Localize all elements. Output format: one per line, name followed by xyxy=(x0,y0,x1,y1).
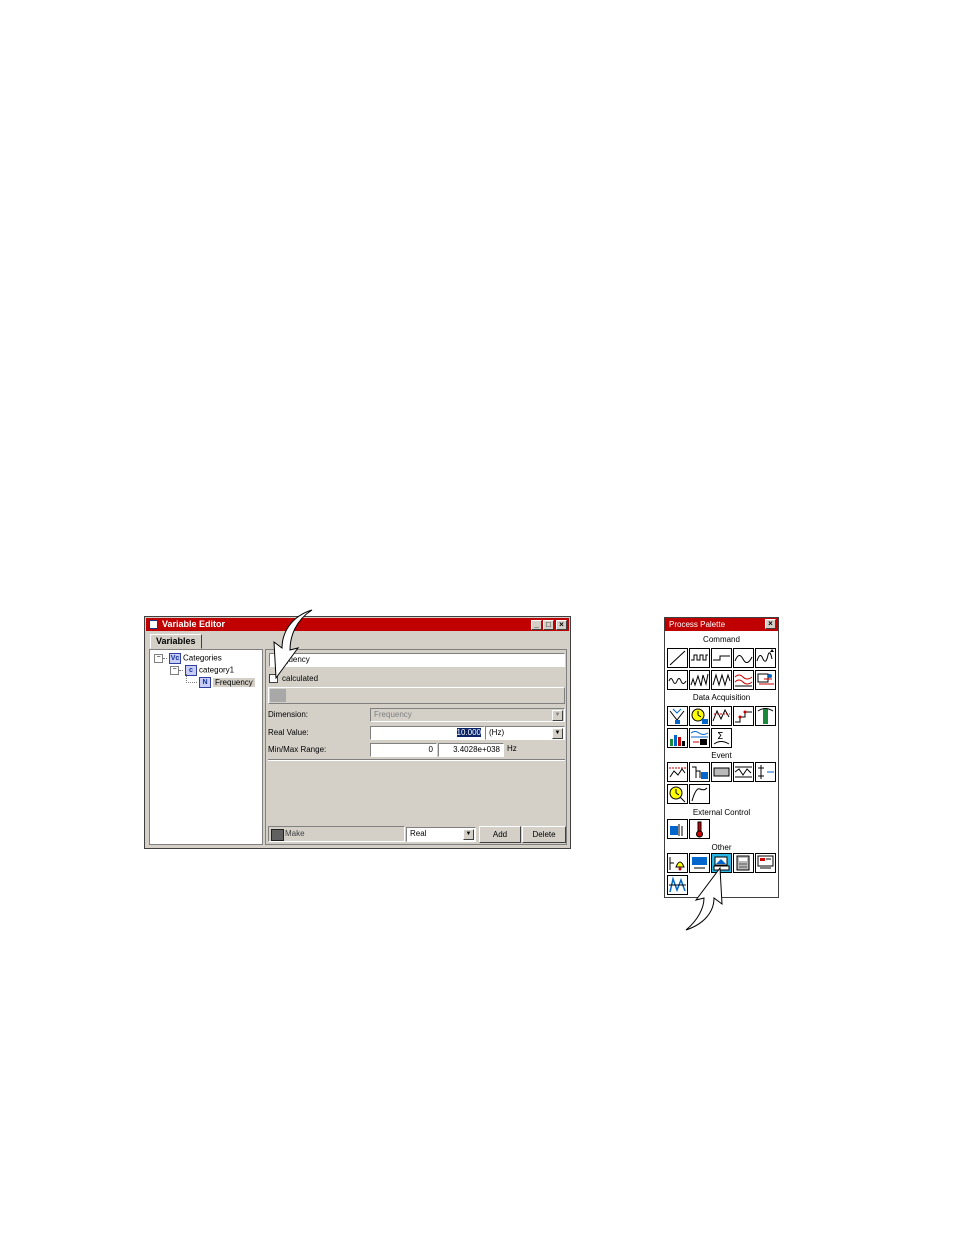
sine-icon[interactable] xyxy=(733,648,754,668)
type-select[interactable]: Real ▼ xyxy=(406,827,476,842)
real-value-text: 10.000 xyxy=(456,728,481,737)
ramped-sine-icon[interactable] xyxy=(689,670,710,690)
close-button[interactable]: × xyxy=(765,619,776,629)
tree-label-frequency: Frequency xyxy=(213,677,255,687)
band-event-icon[interactable] xyxy=(733,762,754,782)
divider xyxy=(268,759,565,761)
summation-icon[interactable]: Σ xyxy=(711,728,732,748)
variable-editor-titlebar[interactable]: Variable Editor _ □ × xyxy=(146,618,569,631)
external-device-icon[interactable] xyxy=(667,819,688,839)
formula-edit-icon[interactable] xyxy=(270,689,286,702)
close-button[interactable]: × xyxy=(556,620,567,630)
collapse-icon[interactable]: − xyxy=(154,654,163,663)
profile-icon[interactable] xyxy=(733,670,754,690)
timed-acquisition-icon[interactable] xyxy=(689,706,710,726)
timer-event-icon[interactable] xyxy=(667,784,688,804)
formula-bar xyxy=(268,687,565,704)
unit-value: (Hz) xyxy=(489,728,505,737)
add-button[interactable]: Add xyxy=(479,826,521,843)
dimension-value: Frequency xyxy=(374,710,412,719)
operator-event-icon[interactable] xyxy=(711,762,732,782)
tab-variables[interactable]: Variables xyxy=(150,634,202,649)
tree-label-category1: category1 xyxy=(199,665,235,675)
histogram-icon[interactable] xyxy=(667,728,688,748)
collapse-icon[interactable]: − xyxy=(170,666,179,675)
dimension-label: Dimension: xyxy=(268,710,309,719)
cycle-acquisition-icon[interactable] xyxy=(755,706,776,726)
counter-event-icon[interactable] xyxy=(755,762,776,782)
palette-title: Process Palette xyxy=(669,620,726,629)
data-storage-icon[interactable] xyxy=(689,728,710,748)
digital-input-icon[interactable] xyxy=(689,762,710,782)
process-palette-window: Process Palette × Command Data Acquisiti… xyxy=(664,617,779,898)
type-value: Real xyxy=(410,829,427,838)
window-title: Variable Editor xyxy=(162,619,226,629)
chevron-down-icon[interactable]: ▼ xyxy=(552,710,563,721)
range-max-input[interactable]: 3.4028e+038 xyxy=(438,743,504,757)
maximize-button[interactable]: □ xyxy=(543,620,554,630)
make-icon xyxy=(271,829,284,841)
real-value-input[interactable]: 10.000 xyxy=(370,726,485,740)
step-acquisition-icon[interactable] xyxy=(733,706,754,726)
section-event: Event xyxy=(711,751,732,760)
minimize-button[interactable]: _ xyxy=(531,620,542,630)
callout-arrow-icon xyxy=(685,866,723,931)
real-value-label: Real Value: xyxy=(268,728,309,737)
categories-icon: Vc xyxy=(169,653,181,664)
tree-item-frequency[interactable]: N Frequency xyxy=(186,674,255,688)
thermometer-icon[interactable] xyxy=(689,819,710,839)
unit-select[interactable]: (Hz) ▼ xyxy=(485,726,565,740)
app-icon xyxy=(149,620,158,629)
process-palette-titlebar[interactable]: Process Palette × xyxy=(665,618,778,631)
curve-event-icon[interactable] xyxy=(689,784,710,804)
sine-sweep-icon[interactable] xyxy=(755,648,776,668)
tree-item-categories[interactable]: − Vc Categories xyxy=(154,653,222,664)
step-icon[interactable] xyxy=(711,648,732,668)
table-command-icon[interactable] xyxy=(755,670,776,690)
peak-valley-icon[interactable] xyxy=(667,706,688,726)
range-unit: Hz xyxy=(507,744,517,753)
tree-label-categories: Categories xyxy=(183,653,222,663)
chevron-down-icon[interactable]: ▼ xyxy=(463,829,474,840)
cyclic-wave-icon[interactable] xyxy=(711,670,732,690)
delete-button[interactable]: Delete xyxy=(522,826,566,843)
section-external-control: External Control xyxy=(692,808,751,817)
limit-event-icon[interactable] xyxy=(667,762,688,782)
square-wave-icon[interactable] xyxy=(689,648,710,668)
make-field[interactable]: Make xyxy=(268,826,405,842)
section-command: Command xyxy=(703,635,740,644)
section-data-acquisition: Data Acquisition xyxy=(692,693,751,702)
level-crossing-icon[interactable] xyxy=(711,706,732,726)
variable-tree[interactable]: − Vc Categories − c category1 N Frequency xyxy=(149,649,263,845)
range-min-input[interactable]: 0 xyxy=(370,743,437,757)
variable-editor-window: Variable Editor _ □ × Variables − Vc Categ… xyxy=(144,616,571,849)
make-label: Make xyxy=(285,829,305,838)
section-other: Other xyxy=(711,843,732,852)
chevron-down-icon[interactable]: ▼ xyxy=(552,728,563,739)
ramp-icon[interactable] xyxy=(667,648,688,668)
tree-item-category1[interactable]: − c category1 xyxy=(170,665,235,676)
svg-text:Σ: Σ xyxy=(717,731,723,742)
report-icon[interactable] xyxy=(755,853,776,873)
random-wave-icon[interactable] xyxy=(667,670,688,690)
variable-icon: N xyxy=(199,677,211,688)
callout-arrow-icon xyxy=(273,609,313,680)
dimension-select[interactable]: Frequency ▼ xyxy=(370,708,565,722)
range-label: Min/Max Range: xyxy=(268,745,327,754)
